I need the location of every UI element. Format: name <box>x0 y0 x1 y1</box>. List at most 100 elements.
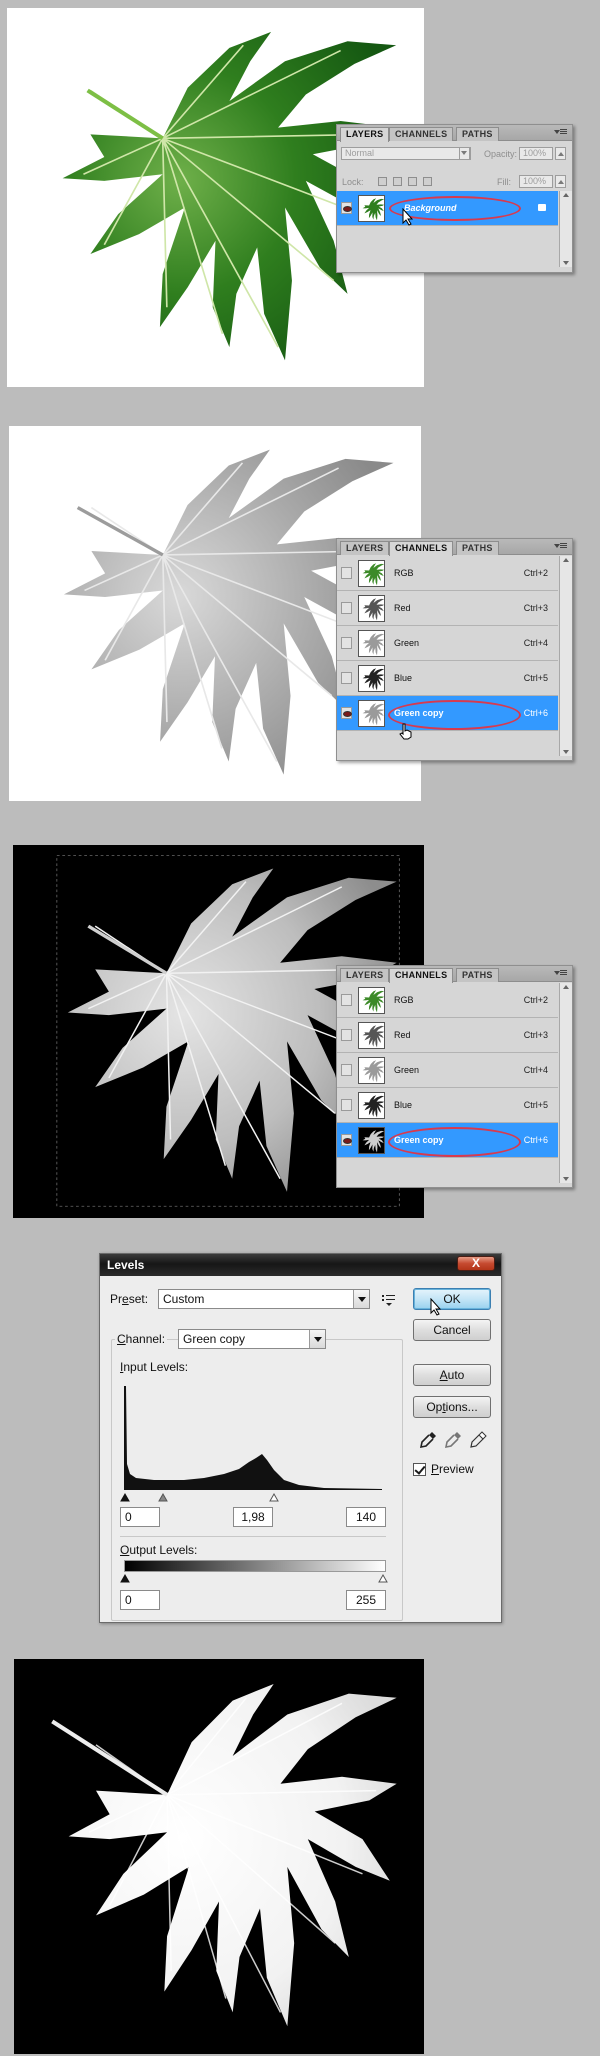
leaf-image-mask <box>68 1683 397 2027</box>
layer-row-background[interactable]: Background <box>337 191 558 226</box>
output-black-field[interactable]: 0 <box>120 1590 160 1610</box>
channel-select[interactable]: Green copy <box>178 1329 326 1349</box>
channel-row-rgb[interactable]: RGB Ctrl+2 <box>337 983 558 1018</box>
output-gradient-bar <box>124 1560 386 1572</box>
input-white-field[interactable]: 140 <box>346 1507 386 1527</box>
blend-mode-arrow-icon[interactable] <box>459 147 470 160</box>
visibility-eye-icon[interactable] <box>341 672 352 684</box>
tab-layers[interactable]: LAYERS <box>340 127 390 142</box>
panel-menu-icon[interactable] <box>554 128 569 137</box>
opacity-label: Opacity: <box>484 149 518 159</box>
tab-paths[interactable]: PATHS <box>456 127 499 141</box>
preset-select[interactable]: Custom <box>158 1289 370 1309</box>
channel-name: RGB <box>394 568 414 578</box>
channels-scrollbar[interactable] <box>559 983 572 1183</box>
preset-options-icon[interactable] <box>381 1293 397 1307</box>
channels-panel-second: LAYERS CHANNELS PATHS RGB Ctrl+2 Red Ctr… <box>336 965 573 1188</box>
panel-menu-icon[interactable] <box>554 542 569 551</box>
preview-label: Preview <box>431 1462 474 1476</box>
visibility-eye-icon[interactable] <box>341 202 352 214</box>
dialog-title-bar[interactable]: Levels X <box>100 1254 501 1276</box>
visibility-eye-icon[interactable] <box>341 1099 352 1111</box>
visibility-eye-icon[interactable] <box>341 637 352 649</box>
options-button[interactable]: Options... <box>413 1396 491 1418</box>
channel-shortcut: Ctrl+4 <box>523 1065 548 1075</box>
white-eyedropper-icon[interactable] <box>468 1430 488 1450</box>
opacity-field[interactable]: 100% <box>519 147 553 160</box>
channel-row-rgb[interactable]: RGB Ctrl+2 <box>337 556 558 591</box>
channel-row-red[interactable]: Red Ctrl+3 <box>337 1018 558 1053</box>
visibility-eye-icon[interactable] <box>341 1064 352 1076</box>
tab-layers[interactable]: LAYERS <box>340 541 390 555</box>
separator <box>120 1536 386 1537</box>
channel-shortcut: Ctrl+2 <box>523 568 548 578</box>
tab-paths[interactable]: PATHS <box>456 968 499 982</box>
visibility-eye-icon[interactable] <box>341 994 352 1006</box>
channel-name: Green <box>394 1065 420 1075</box>
ok-button[interactable]: OK <box>413 1288 491 1310</box>
visibility-eye-icon[interactable] <box>341 602 352 614</box>
channel-thumbnail <box>358 560 385 587</box>
gray-eyedropper-icon[interactable] <box>443 1430 463 1450</box>
input-levels-label: Input Levels: <box>120 1360 189 1374</box>
channel-row-green-copy[interactable]: Green copy Ctrl+6 <box>337 1123 558 1158</box>
layers-panel: LAYERS CHANNELS PATHS Normal Opacity: 10… <box>336 124 573 273</box>
dialog-title: Levels <box>107 1258 145 1272</box>
layers-scrollbar[interactable] <box>559 191 572 267</box>
channel-row-green-copy[interactable]: Green copy Ctrl+6 <box>337 696 558 731</box>
visibility-eye-icon[interactable] <box>341 707 352 719</box>
channel-thumbnail <box>358 700 385 727</box>
channel-name: Red <box>394 603 411 613</box>
arrow-cursor-icon <box>402 208 414 226</box>
lock-all-icon[interactable] <box>423 177 432 186</box>
channel-row-green[interactable]: Green Ctrl+4 <box>337 626 558 661</box>
channel-name: Blue <box>394 673 413 683</box>
panel-menu-icon[interactable] <box>554 969 569 978</box>
channel-shortcut: Ctrl+3 <box>523 1030 548 1040</box>
channel-label: Channel: <box>115 1332 168 1346</box>
tab-channels[interactable]: CHANNELS <box>389 541 454 556</box>
chevron-down-icon <box>353 1290 369 1308</box>
visibility-eye-icon[interactable] <box>341 567 352 579</box>
channel-row-green[interactable]: Green Ctrl+4 <box>337 1053 558 1088</box>
visibility-eye-icon[interactable] <box>341 1134 352 1146</box>
opacity-stepper[interactable] <box>555 147 566 160</box>
channel-thumbnail <box>358 1057 385 1084</box>
channels-scrollbar[interactable] <box>559 556 572 756</box>
channel-shortcut: Ctrl+6 <box>523 1135 548 1145</box>
tab-layers[interactable]: LAYERS <box>340 968 390 982</box>
hand-cursor-icon <box>399 723 412 740</box>
channel-name: Green copy <box>394 708 444 718</box>
close-button[interactable]: X <box>457 1256 495 1271</box>
lock-position-icon[interactable] <box>408 177 417 186</box>
channel-shortcut: Ctrl+6 <box>523 708 548 718</box>
channel-row-blue[interactable]: Blue Ctrl+5 <box>337 1088 558 1123</box>
auto-button[interactable]: Auto <box>413 1364 491 1386</box>
blend-mode-select[interactable]: Normal <box>341 147 471 160</box>
channel-name: Blue <box>394 1100 413 1110</box>
black-eyedropper-icon[interactable] <box>418 1430 438 1450</box>
channel-row-blue[interactable]: Blue Ctrl+5 <box>337 661 558 696</box>
channel-thumbnail <box>358 987 385 1014</box>
channel-shortcut: Ctrl+3 <box>523 603 548 613</box>
tab-channels[interactable]: CHANNELS <box>389 127 454 141</box>
fill-field[interactable]: 100% <box>519 175 553 188</box>
cancel-button[interactable]: Cancel <box>413 1319 491 1341</box>
tab-channels[interactable]: CHANNELS <box>389 968 454 983</box>
visibility-eye-icon[interactable] <box>341 1029 352 1041</box>
preset-label: Preset: <box>110 1292 149 1306</box>
output-slider-track[interactable] <box>119 1572 389 1584</box>
fill-stepper[interactable] <box>555 175 566 188</box>
channel-thumbnail <box>358 1127 385 1154</box>
lock-image-icon[interactable] <box>393 177 402 186</box>
channel-row-red[interactable]: Red Ctrl+3 <box>337 591 558 626</box>
preview-checkbox[interactable] <box>413 1463 426 1476</box>
output-white-field[interactable]: 255 <box>346 1590 386 1610</box>
lock-transparent-icon[interactable] <box>378 177 387 186</box>
channel-thumbnail <box>358 665 385 692</box>
output-levels-label: Output Levels: <box>120 1543 198 1557</box>
tab-paths[interactable]: PATHS <box>456 541 499 555</box>
input-black-field[interactable]: 0 <box>120 1507 160 1527</box>
input-gamma-field[interactable]: 1,98 <box>233 1507 273 1527</box>
input-slider-track[interactable] <box>119 1491 389 1503</box>
